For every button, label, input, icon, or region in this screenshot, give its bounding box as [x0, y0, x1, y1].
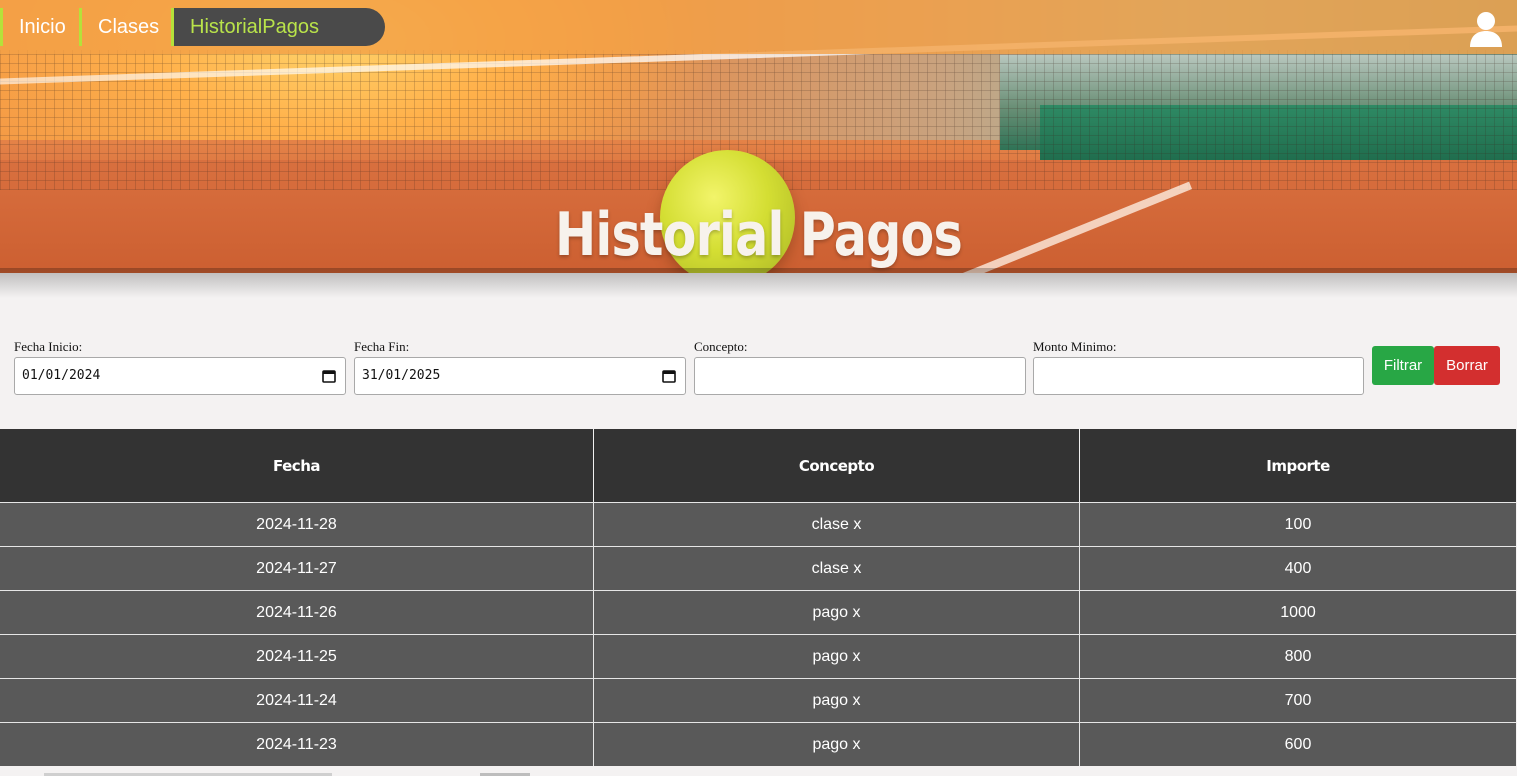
start-date-label: Fecha Inicio: — [14, 339, 83, 354]
cell-concepto: pago x — [594, 723, 1080, 766]
cell-importe: 100 — [1284, 515, 1312, 533]
nav-item-clases[interactable]: Clases — [79, 8, 171, 46]
table-row: 2024-11-25 pago x 800 — [0, 634, 1516, 678]
calendar-icon[interactable] — [662, 369, 676, 383]
cell-concepto: pago x — [594, 591, 1080, 634]
cell-concepto: pago x — [594, 679, 1080, 722]
clear-button[interactable]: Borrar — [1434, 346, 1500, 385]
end-date-label: Fecha Fin: — [354, 339, 410, 354]
column-header-fecha: Fecha — [0, 429, 594, 502]
min-amount-label: Monto Minimo: — [1033, 339, 1117, 354]
cell-concepto: clase x — [594, 503, 1080, 546]
filter-bar: Fecha Inicio: 01/01/2024 Fecha Fin: 31/0… — [0, 298, 1517, 429]
start-date-input[interactable]: 01/01/2024 — [14, 357, 346, 395]
concept-field: Concepto: — [694, 339, 1026, 395]
table-row: 2024-11-28 clase x 100 — [0, 502, 1516, 546]
column-header-concepto: Concepto — [594, 429, 1080, 502]
table-row: 2024-11-27 clase x 400 — [0, 546, 1516, 590]
payments-table: Fecha Concepto Importe 2024-11-28 clase … — [0, 429, 1516, 766]
cell-fecha: 2024-11-27 — [0, 547, 594, 590]
user-icon[interactable] — [1468, 10, 1504, 48]
top-navbar: Inicio Clases HistorialPagos — [0, 0, 1517, 54]
calendar-icon[interactable] — [322, 369, 336, 383]
concept-input[interactable] — [694, 357, 1026, 395]
page-title: Historial Pagos — [555, 200, 963, 270]
column-header-importe: Importe — [1266, 456, 1330, 475]
table-row: 2024-11-23 pago x 600 — [0, 722, 1516, 766]
end-date-field: Fecha Fin: 31/01/2025 — [354, 339, 686, 395]
filter-button[interactable]: Filtrar — [1372, 346, 1434, 385]
cell-fecha: 2024-11-28 — [0, 503, 594, 546]
cell-fecha: 2024-11-23 — [0, 723, 594, 766]
nav-item-inicio[interactable]: Inicio — [0, 8, 80, 46]
concept-label: Concepto: — [694, 339, 748, 354]
start-date-field: Fecha Inicio: 01/01/2024 — [14, 339, 346, 395]
hero-shadow — [0, 268, 1517, 298]
table-row: 2024-11-26 pago x 1000 — [0, 590, 1516, 634]
cell-importe: 600 — [1284, 735, 1312, 753]
cell-fecha: 2024-11-24 — [0, 679, 594, 722]
cell-importe: 1000 — [1280, 603, 1316, 621]
table-header: Fecha Concepto Importe — [0, 429, 1516, 502]
cell-fecha: 2024-11-25 — [0, 635, 594, 678]
table-row: 2024-11-24 pago x 700 — [0, 678, 1516, 722]
cell-importe: 800 — [1284, 647, 1312, 665]
min-amount-input[interactable] — [1033, 357, 1364, 395]
start-date-value: 01/01/2024 — [22, 368, 101, 383]
cell-importe: 400 — [1284, 559, 1312, 577]
cell-fecha: 2024-11-26 — [0, 591, 594, 634]
cell-concepto: clase x — [594, 547, 1080, 590]
cell-importe: 700 — [1284, 691, 1312, 709]
cell-concepto: pago x — [594, 635, 1080, 678]
end-date-input[interactable]: 31/01/2025 — [354, 357, 686, 395]
end-date-value: 31/01/2025 — [362, 368, 441, 383]
min-amount-field: Monto Minimo: — [1033, 339, 1364, 395]
nav-item-historialpagos[interactable]: HistorialPagos — [171, 8, 385, 46]
